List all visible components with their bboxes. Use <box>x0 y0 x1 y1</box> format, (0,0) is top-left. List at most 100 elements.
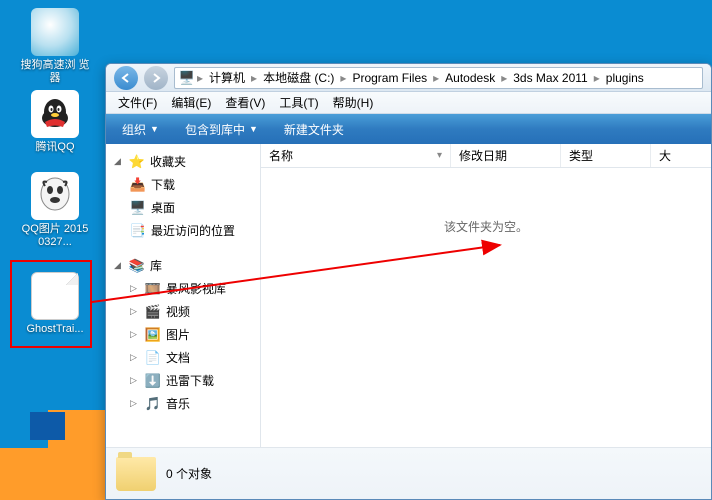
video-icon: 🎬 <box>145 304 161 320</box>
desktop-icon-qq[interactable]: 腾讯QQ <box>20 90 90 154</box>
newfolder-label: 新建文件夹 <box>284 121 344 138</box>
include-label: 包含到库中 <box>185 121 245 138</box>
sidebar-libraries-group: ◢ 📚 库 ▷ 🎞️ 暴风影视库 ▷ 🎬 视频 ▷🖼️图片 ▷ 📄 文档 ▷ ⬇️ 迅雷下载 ▷… <box>110 254 256 415</box>
sidebar-item-label: 暴风影视库 <box>166 280 226 297</box>
breadcrumb-item[interactable]: plugins <box>602 69 648 87</box>
column-date[interactable]: 修改日期 <box>451 144 561 167</box>
sidebar-item-recent[interactable]: 📑 最近访问的位置 <box>110 219 256 242</box>
recent-icon: 📑 <box>130 223 146 239</box>
file-list-area: 名称 ▾ 修改日期 类型 大 该文件夹为空。 <box>261 144 711 447</box>
collapse-icon: ▷ <box>130 329 140 340</box>
computer-icon: 🖥️ <box>179 70 195 86</box>
file-icon <box>31 272 79 320</box>
collapse-icon: ▷ <box>130 306 140 317</box>
download-icon: 📥 <box>130 177 146 193</box>
sidebar-favorites-group: ◢ ⭐ 收藏夹 📥 下载 🖥️ 桌面 📑 最近访问的位置 <box>110 150 256 242</box>
desktop-icon-label: 腾讯QQ <box>20 141 90 154</box>
collapse-icon: ▷ <box>130 398 140 409</box>
desktop-icon-ghosttrails[interactable]: GhostTrai... <box>20 272 90 336</box>
xunlei-icon: ⬇️ <box>145 373 161 389</box>
desktop-icon-label: GhostTrai... <box>20 323 90 336</box>
empty-message: 该文件夹为空。 <box>444 218 528 235</box>
arrow-left-icon <box>120 72 132 84</box>
nav-back-button[interactable] <box>114 66 138 90</box>
sidebar-item-label: 桌面 <box>151 199 175 216</box>
menu-edit[interactable]: 编辑(E) <box>165 92 217 113</box>
status-text: 0 个对象 <box>166 465 212 482</box>
sidebar-item-pictures[interactable]: ▷🖼️图片 <box>110 323 256 346</box>
sidebar-libraries-head[interactable]: ◢ 📚 库 <box>110 254 256 277</box>
column-name[interactable]: 名称 ▾ <box>261 144 451 167</box>
qq-icon <box>31 90 79 138</box>
chevron-right-icon: ▸ <box>338 71 348 85</box>
folder-icon <box>116 457 156 491</box>
breadcrumb-item[interactable]: 本地磁盘 (C:) <box>259 67 338 88</box>
sidebar-item-xunlei[interactable]: ▷⬇️迅雷下载 <box>110 369 256 392</box>
new-folder-button[interactable]: 新建文件夹 <box>276 118 352 141</box>
body-area: ◢ ⭐ 收藏夹 📥 下载 🖥️ 桌面 📑 最近访问的位置 <box>106 144 711 447</box>
collapse-icon: ▷ <box>130 352 140 363</box>
explorer-window: 🖥️ ▸ 计算机 ▸ 本地磁盘 (C:) ▸ Program Files ▸ A… <box>105 63 712 500</box>
titlebar: 🖥️ ▸ 计算机 ▸ 本地磁盘 (C:) ▸ Program Files ▸ A… <box>106 64 711 92</box>
menu-tools[interactable]: 工具(T) <box>273 92 324 113</box>
music-icon: 🎵 <box>145 396 161 412</box>
desktop-icon: 🖥️ <box>130 200 146 216</box>
sidebar-item-label: 最近访问的位置 <box>151 222 235 239</box>
sidebar-head-label: 收藏夹 <box>150 153 186 170</box>
desktop-icon-qqimg[interactable]: QQ图片 20150327... <box>20 172 90 249</box>
desktop-icon-browser[interactable]: 搜狗高速浏 览器 <box>20 8 90 85</box>
menu-file[interactable]: 文件(F) <box>112 92 163 113</box>
sidebar-item-music[interactable]: ▷🎵音乐 <box>110 392 256 415</box>
column-size[interactable]: 大 <box>651 144 711 167</box>
sidebar-item-desktop[interactable]: 🖥️ 桌面 <box>110 196 256 219</box>
chevron-down-icon: ▼ <box>150 124 159 134</box>
breadcrumb-item[interactable]: Program Files <box>348 69 431 87</box>
video-lib-icon: 🎞️ <box>145 281 161 297</box>
menubar: 文件(F) 编辑(E) 查看(V) 工具(T) 帮助(H) <box>106 92 711 114</box>
decor-blue <box>30 412 65 440</box>
sidebar-item-documents[interactable]: ▷ 📄 文档 <box>110 346 256 369</box>
column-label: 修改日期 <box>459 147 507 164</box>
column-label: 类型 <box>569 147 593 164</box>
expand-icon: ◢ <box>114 156 124 167</box>
column-headers: 名称 ▾ 修改日期 类型 大 <box>261 144 711 168</box>
organize-button[interactable]: 组织 ▼ <box>114 118 167 141</box>
sidebar-item-label: 下载 <box>151 176 175 193</box>
sidebar-item-videos[interactable]: ▷ 🎬 视频 <box>110 300 256 323</box>
column-label: 大 <box>659 147 671 164</box>
sidebar-item-label: 图片 <box>166 326 190 343</box>
column-label: 名称 <box>269 147 293 164</box>
image-file-icon <box>31 172 79 220</box>
desktop-icon-label: QQ图片 20150327... <box>20 223 90 249</box>
breadcrumb-item[interactable]: 计算机 <box>205 67 249 88</box>
nav-forward-button[interactable] <box>144 66 168 90</box>
sidebar-favorites-head[interactable]: ◢ ⭐ 收藏夹 <box>110 150 256 173</box>
column-type[interactable]: 类型 <box>561 144 651 167</box>
breadcrumb-item[interactable]: Autodesk <box>441 69 499 87</box>
empty-folder-area[interactable]: 该文件夹为空。 <box>261 168 711 447</box>
browser-icon <box>31 8 79 56</box>
chevron-right-icon: ▸ <box>592 71 602 85</box>
include-library-button[interactable]: 包含到库中 ▼ <box>177 118 266 141</box>
toolbar: 组织 ▼ 包含到库中 ▼ 新建文件夹 <box>106 114 711 144</box>
menu-help[interactable]: 帮助(H) <box>327 92 380 113</box>
sidebar-item-label: 迅雷下载 <box>166 372 214 389</box>
organize-label: 组织 <box>122 121 146 138</box>
chevron-right-icon: ▸ <box>195 71 205 85</box>
breadcrumb[interactable]: 🖥️ ▸ 计算机 ▸ 本地磁盘 (C:) ▸ Program Files ▸ A… <box>174 67 703 89</box>
sidebar-item-downloads[interactable]: 📥 下载 <box>110 173 256 196</box>
chevron-right-icon: ▸ <box>431 71 441 85</box>
chevron-right-icon: ▸ <box>249 71 259 85</box>
menu-view[interactable]: 查看(V) <box>219 92 271 113</box>
collapse-icon: ▷ <box>130 283 140 294</box>
sidebar-item-baofeng[interactable]: ▷ 🎞️ 暴风影视库 <box>110 277 256 300</box>
sort-dropdown-icon: ▾ <box>437 150 442 161</box>
sidebar-item-label: 视频 <box>166 303 190 320</box>
documents-icon: 📄 <box>145 350 161 366</box>
star-icon: ⭐ <box>129 154 145 170</box>
sidebar-head-label: 库 <box>150 257 162 274</box>
breadcrumb-item[interactable]: 3ds Max 2011 <box>509 69 592 87</box>
sidebar-item-label: 文档 <box>166 349 190 366</box>
status-bar: 0 个对象 <box>106 447 711 499</box>
arrow-right-icon <box>150 72 162 84</box>
